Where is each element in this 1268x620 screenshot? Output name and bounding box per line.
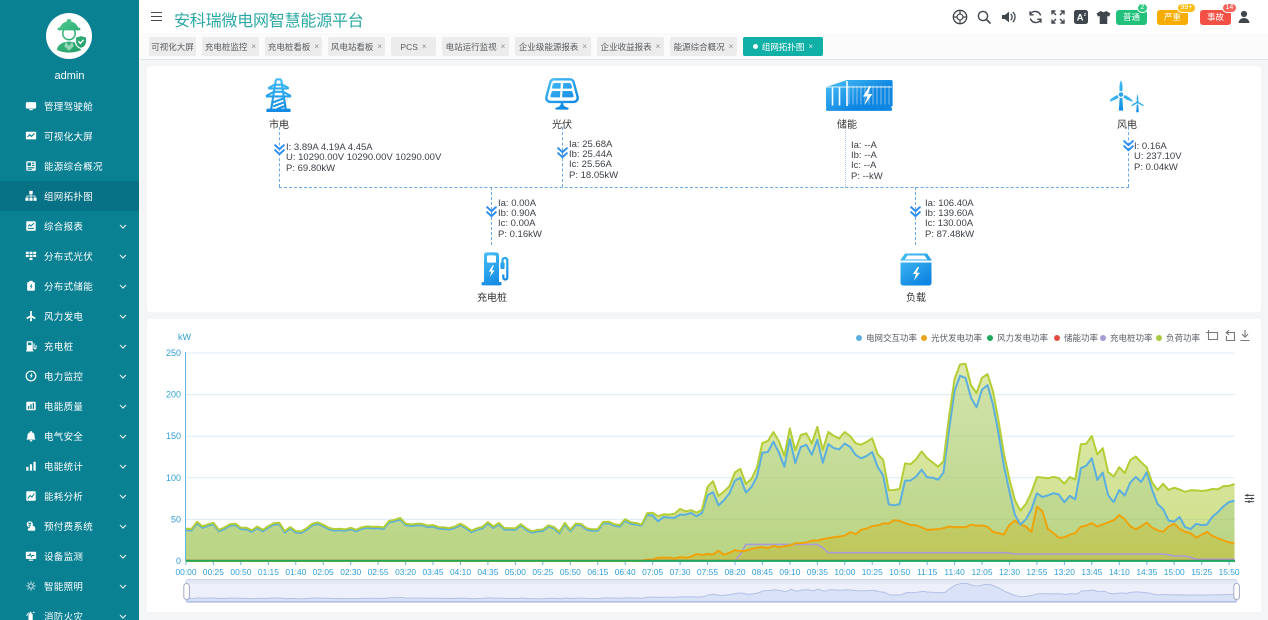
svg-text:13:45: 13:45 — [1081, 567, 1102, 577]
svg-text:250: 250 — [166, 348, 181, 358]
svg-text:03:45: 03:45 — [423, 567, 444, 577]
svg-text:14:10: 14:10 — [1109, 567, 1130, 577]
svg-text:11:15: 11:15 — [917, 567, 938, 577]
svg-text:02:30: 02:30 — [340, 567, 361, 577]
svg-text:15:50: 15:50 — [1219, 567, 1240, 577]
svg-text:15:00: 15:00 — [1164, 567, 1185, 577]
svg-text:100: 100 — [166, 473, 181, 483]
svg-text:00:25: 00:25 — [203, 567, 224, 577]
svg-text:10:25: 10:25 — [862, 567, 883, 577]
svg-text:01:15: 01:15 — [258, 567, 279, 577]
svg-text:kW: kW — [178, 332, 192, 342]
svg-text:07:30: 07:30 — [670, 567, 691, 577]
svg-text:03:20: 03:20 — [395, 567, 416, 577]
svg-text:50: 50 — [171, 514, 181, 524]
svg-text:04:10: 04:10 — [450, 567, 471, 577]
svg-text:15:25: 15:25 — [1191, 567, 1212, 577]
svg-text:09:10: 09:10 — [779, 567, 800, 577]
svg-text:04:35: 04:35 — [477, 567, 498, 577]
svg-text:06:40: 06:40 — [615, 567, 636, 577]
svg-text:0: 0 — [176, 556, 181, 566]
svg-text:12:30: 12:30 — [999, 567, 1020, 577]
svg-text:02:05: 02:05 — [313, 567, 334, 577]
svg-text:200: 200 — [166, 390, 181, 400]
svg-text:00:00: 00:00 — [176, 567, 197, 577]
svg-text:05:00: 05:00 — [505, 567, 526, 577]
svg-text:13:20: 13:20 — [1054, 567, 1075, 577]
svg-text:05:50: 05:50 — [560, 567, 581, 577]
svg-text:02:55: 02:55 — [368, 567, 389, 577]
svg-text:05:25: 05:25 — [532, 567, 553, 577]
svg-text:06:15: 06:15 — [587, 567, 608, 577]
svg-text:08:45: 08:45 — [752, 567, 773, 577]
svg-text:12:05: 12:05 — [972, 567, 993, 577]
svg-text:14:35: 14:35 — [1136, 567, 1157, 577]
svg-text:01:40: 01:40 — [285, 567, 306, 577]
svg-text:08:20: 08:20 — [725, 567, 746, 577]
svg-text:150: 150 — [166, 431, 181, 441]
svg-text:12:55: 12:55 — [1026, 567, 1047, 577]
svg-text:11:40: 11:40 — [944, 567, 965, 577]
svg-text:09:35: 09:35 — [807, 567, 828, 577]
svg-text:10:50: 10:50 — [889, 567, 910, 577]
svg-text:07:05: 07:05 — [642, 567, 663, 577]
svg-text:07:55: 07:55 — [697, 567, 718, 577]
svg-text:00:50: 00:50 — [230, 567, 251, 577]
svg-text:10:00: 10:00 — [834, 567, 855, 577]
